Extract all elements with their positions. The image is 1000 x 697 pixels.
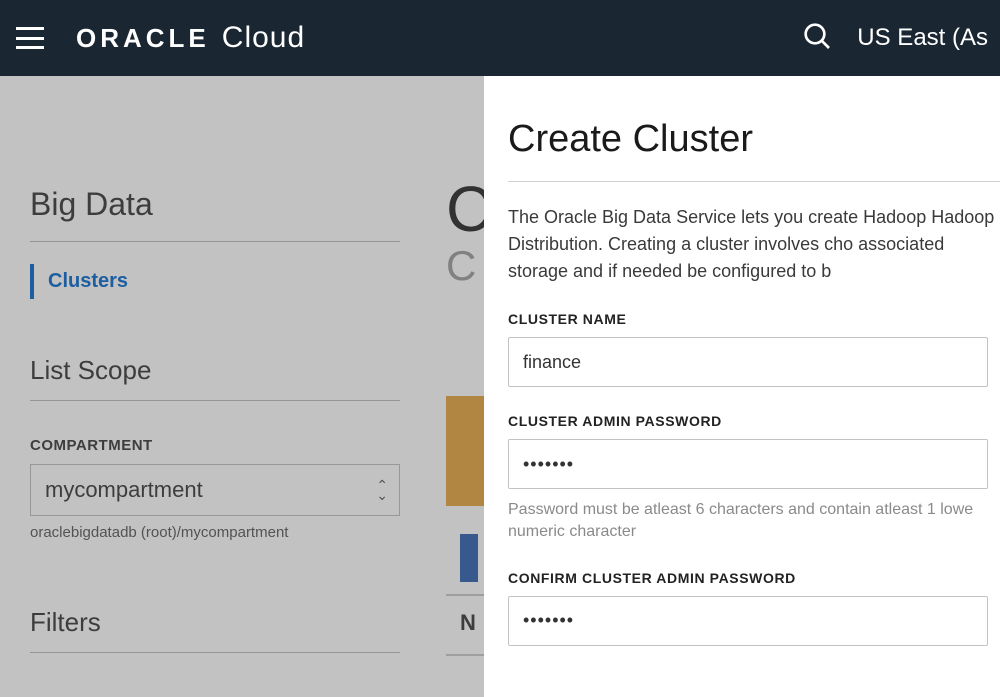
global-header: ORACLE Cloud US East (As bbox=[0, 0, 1000, 76]
brand: ORACLE Cloud bbox=[76, 21, 305, 55]
confirm-password-label: CONFIRM CLUSTER ADMIN PASSWORD bbox=[508, 570, 1000, 586]
admin-password-help: Password must be atleast 6 characters an… bbox=[508, 499, 1000, 544]
cluster-name-input[interactable] bbox=[508, 337, 988, 387]
brand-sub: Cloud bbox=[222, 21, 305, 55]
create-cluster-panel: Create Cluster The Oracle Big Data Servi… bbox=[484, 76, 1000, 697]
confirm-password-input[interactable] bbox=[508, 596, 988, 646]
admin-password-label: CLUSTER ADMIN PASSWORD bbox=[508, 413, 1000, 429]
panel-title: Create Cluster bbox=[508, 118, 1000, 182]
admin-password-input[interactable] bbox=[508, 439, 988, 489]
cluster-name-label: CLUSTER NAME bbox=[508, 311, 1000, 327]
brand-logo: ORACLE bbox=[76, 23, 210, 54]
search-icon[interactable] bbox=[801, 20, 833, 57]
menu-icon[interactable] bbox=[16, 27, 44, 49]
panel-description: The Oracle Big Data Service lets you cre… bbox=[508, 204, 1000, 285]
region-selector[interactable]: US East (As bbox=[857, 24, 988, 52]
